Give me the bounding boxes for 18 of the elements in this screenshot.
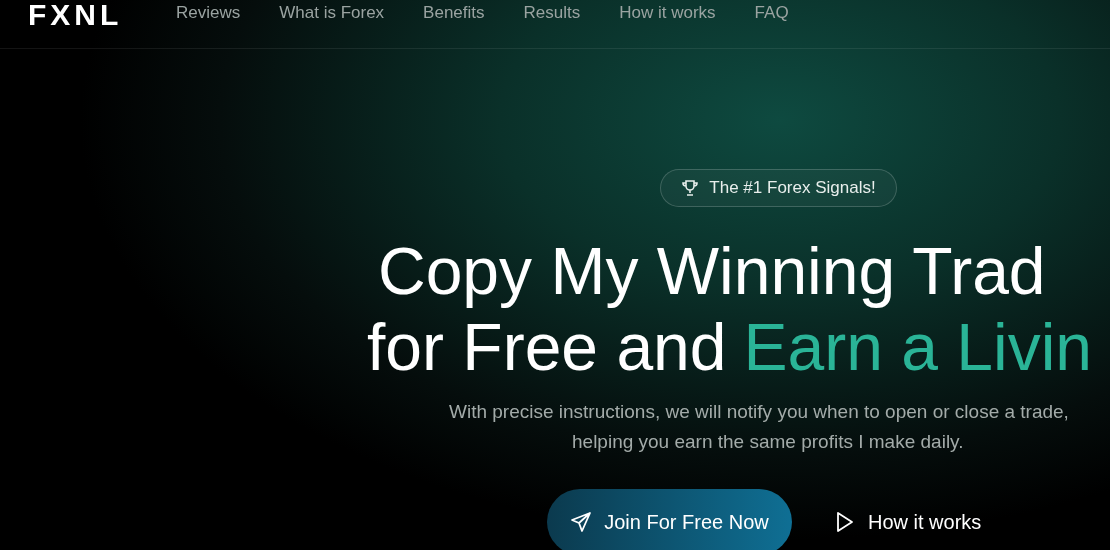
subtitle: helping you earn the same profits I make daily. xyxy=(572,430,965,454)
headline: for Free and xyxy=(367,309,727,386)
badge-text: The #1 Forex Signals! xyxy=(709,178,876,198)
nav-link[interactable]: FAQ xyxy=(754,3,789,23)
trophy-icon xyxy=(681,179,700,197)
nav-link[interactable]: Reviews xyxy=(176,3,241,23)
logo[interactable]: FXNL xyxy=(28,0,123,30)
nav-link[interactable]: How it works xyxy=(619,3,716,23)
send-icon xyxy=(570,511,593,533)
headline-accent: Earn a Livin xyxy=(743,309,1093,386)
nav-link[interactable]: What is Forex xyxy=(279,3,385,23)
headline: Copy My Winning Trad xyxy=(378,233,1047,310)
subtitle: With precise instructions, we will notify you when to open or close a trade, xyxy=(449,400,1070,424)
nav-link[interactable]: Benefits xyxy=(423,3,485,23)
join-button[interactable]: Join For Free Now xyxy=(547,489,792,550)
how-it-works-button[interactable]: How it works xyxy=(836,510,982,534)
nav-link[interactable]: Results xyxy=(523,3,581,23)
play-icon xyxy=(836,511,854,533)
